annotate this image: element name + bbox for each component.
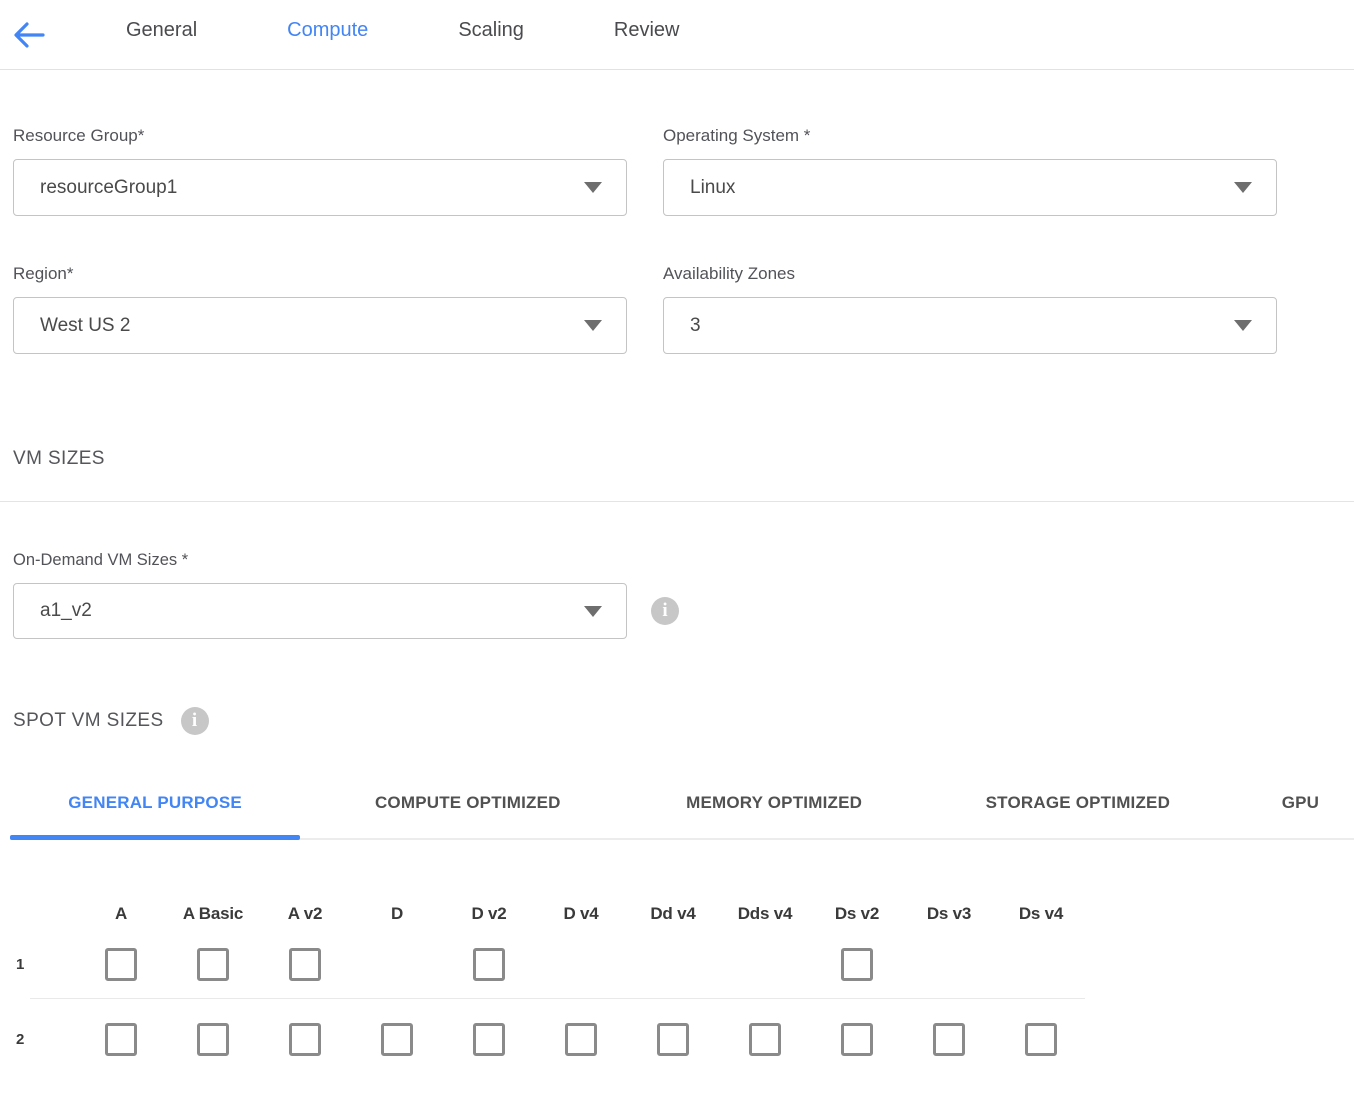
vm-size-checkbox-a-v2-row2[interactable] bbox=[289, 1023, 321, 1056]
vm-column-header-d-v2: D v2 bbox=[443, 904, 535, 924]
chevron-down-icon bbox=[1234, 320, 1252, 331]
operating-system-label: Operating System * bbox=[663, 126, 1277, 146]
region-value: West US 2 bbox=[40, 315, 130, 337]
vm-cell-a-v2-row2 bbox=[259, 1023, 351, 1056]
spot-vm-size-table: AA BasicA v2DD v2D v4Dd v4Dds v4Ds v2Ds … bbox=[13, 904, 1341, 1056]
vm-size-checkbox-d-v2-row1[interactable] bbox=[473, 948, 505, 981]
wizard-tab-review[interactable]: Review bbox=[614, 19, 680, 42]
arrow-left-icon bbox=[13, 22, 45, 48]
row-label-1: 1 bbox=[13, 956, 75, 973]
info-icon[interactable]: i bbox=[651, 597, 679, 625]
vm-cell-dd-v4-row2 bbox=[627, 1023, 719, 1056]
spot-category-tabs: GENERAL PURPOSE COMPUTE OPTIMIZED MEMORY O… bbox=[10, 785, 1354, 840]
vm-size-checkbox-d-row2[interactable] bbox=[381, 1023, 413, 1056]
vm-column-header-a-v2: A v2 bbox=[259, 904, 351, 924]
vm-column-header-ds-v3: Ds v3 bbox=[903, 904, 995, 924]
vm-column-header-ds-v2: Ds v2 bbox=[811, 904, 903, 924]
availability-zones-select[interactable]: 3 bbox=[663, 297, 1277, 354]
vm-cell-d-row2 bbox=[351, 1023, 443, 1056]
spot-vm-sizes-header: SPOT VM SIZES i bbox=[13, 707, 1341, 735]
vm-table-header-row: AA BasicA v2DD v2D v4Dd v4Dds v4Ds v2Ds … bbox=[13, 904, 1341, 924]
vm-cell-a-basic-row1 bbox=[167, 948, 259, 981]
spot-tab-compute-optimized[interactable]: COMPUTE OPTIMIZED bbox=[341, 785, 594, 838]
spot-tab-general-purpose[interactable]: GENERAL PURPOSE bbox=[10, 785, 300, 838]
table-row-2: 2 bbox=[13, 1023, 1341, 1056]
vm-cell-ds-v3-row2 bbox=[903, 1023, 995, 1056]
vm-cell-a-row1 bbox=[75, 948, 167, 981]
spot-tab-memory-optimized[interactable]: MEMORY OPTIMIZED bbox=[652, 785, 895, 838]
resource-group-label: Resource Group* bbox=[13, 126, 627, 146]
vm-cell-ds-v4-row2 bbox=[995, 1023, 1087, 1056]
vm-column-header-a: A bbox=[75, 904, 167, 924]
resource-group-select[interactable]: resourceGroup1 bbox=[13, 159, 627, 216]
vm-column-header-d: D bbox=[351, 904, 443, 924]
field-region: Region* West US 2 bbox=[13, 264, 627, 354]
table-row-1: 1 bbox=[13, 948, 1341, 981]
vm-cell-ds-v2-row1 bbox=[811, 948, 903, 981]
vm-cell-a-row2 bbox=[75, 1023, 167, 1056]
vm-cell-d-v2-row1 bbox=[443, 948, 535, 981]
field-availability-zones: Availability Zones 3 bbox=[663, 264, 1277, 354]
region-label: Region* bbox=[13, 264, 627, 284]
field-operating-system: Operating System * Linux bbox=[663, 126, 1277, 216]
vm-column-header-ds-v4: Ds v4 bbox=[995, 904, 1087, 924]
vm-cell-a-v2-row1 bbox=[259, 948, 351, 981]
on-demand-vm-sizes-select[interactable]: a1_v2 bbox=[13, 583, 627, 639]
vm-cell-ds-v2-row2 bbox=[811, 1023, 903, 1056]
spot-tab-storage-optimized[interactable]: STORAGE OPTIMIZED bbox=[949, 785, 1207, 838]
vm-size-checkbox-a-basic-row1[interactable] bbox=[197, 948, 229, 981]
row-divider bbox=[30, 998, 1085, 999]
vm-size-checkbox-a-row2[interactable] bbox=[105, 1023, 137, 1056]
vm-column-header-dd-v4: Dd v4 bbox=[627, 904, 719, 924]
operating-system-select[interactable]: Linux bbox=[663, 159, 1277, 216]
vm-cell-d-v4-row2 bbox=[535, 1023, 627, 1056]
availability-zones-value: 3 bbox=[690, 315, 701, 337]
on-demand-vm-sizes-value: a1_v2 bbox=[40, 600, 92, 622]
field-resource-group: Resource Group* resourceGroup1 bbox=[13, 126, 627, 216]
vm-size-checkbox-dds-v4-row2[interactable] bbox=[749, 1023, 781, 1056]
vm-sizes-section-title: VM SIZES bbox=[13, 448, 1341, 470]
vm-size-checkbox-ds-v2-row1[interactable] bbox=[841, 948, 873, 981]
spot-tab-gpu[interactable]: GPU bbox=[1247, 785, 1354, 838]
availability-zones-label: Availability Zones bbox=[663, 264, 1277, 284]
chevron-down-icon bbox=[584, 182, 602, 193]
compute-step-content: Resource Group* resourceGroup1 Operating S… bbox=[0, 126, 1354, 1056]
info-icon[interactable]: i bbox=[181, 707, 209, 735]
wizard-tab-scaling[interactable]: Scaling bbox=[458, 19, 524, 42]
vm-size-checkbox-a-v2-row1[interactable] bbox=[289, 948, 321, 981]
vm-table-body: 12 bbox=[13, 948, 1341, 1056]
vm-size-checkbox-ds-v4-row2[interactable] bbox=[1025, 1023, 1057, 1056]
wizard-tabs: General Compute Scaling Review bbox=[126, 19, 680, 42]
back-button[interactable] bbox=[12, 18, 46, 52]
chevron-down-icon bbox=[1234, 182, 1252, 193]
vm-size-checkbox-a-row1[interactable] bbox=[105, 948, 137, 981]
wizard-topbar: General Compute Scaling Review bbox=[0, 0, 1354, 70]
section-divider bbox=[0, 501, 1354, 502]
on-demand-row: a1_v2 i bbox=[13, 583, 1341, 639]
vm-cell-d-v2-row2 bbox=[443, 1023, 535, 1056]
operating-system-value: Linux bbox=[690, 177, 735, 199]
on-demand-vm-sizes-label: On-Demand VM Sizes * bbox=[13, 551, 1341, 570]
vm-cell-dds-v4-row2 bbox=[719, 1023, 811, 1056]
vm-cell-a-basic-row2 bbox=[167, 1023, 259, 1056]
vm-column-header-d-v4: D v4 bbox=[535, 904, 627, 924]
vm-size-checkbox-ds-v2-row2[interactable] bbox=[841, 1023, 873, 1056]
chevron-down-icon bbox=[584, 606, 602, 617]
spot-vm-sizes-title: SPOT VM SIZES bbox=[13, 710, 164, 732]
vm-size-checkbox-a-basic-row2[interactable] bbox=[197, 1023, 229, 1056]
compute-form: Resource Group* resourceGroup1 Operating S… bbox=[13, 126, 1341, 354]
wizard-tab-compute[interactable]: Compute bbox=[287, 19, 368, 42]
vm-column-header-a-basic: A Basic bbox=[167, 904, 259, 924]
vm-size-checkbox-ds-v3-row2[interactable] bbox=[933, 1023, 965, 1056]
resource-group-value: resourceGroup1 bbox=[40, 177, 177, 199]
wizard-tab-general[interactable]: General bbox=[126, 19, 197, 42]
vm-size-checkbox-dd-v4-row2[interactable] bbox=[657, 1023, 689, 1056]
row-label-2: 2 bbox=[13, 1031, 75, 1048]
vm-column-header-dds-v4: Dds v4 bbox=[719, 904, 811, 924]
region-select[interactable]: West US 2 bbox=[13, 297, 627, 354]
vm-size-checkbox-d-v2-row2[interactable] bbox=[473, 1023, 505, 1056]
chevron-down-icon bbox=[584, 320, 602, 331]
vm-size-checkbox-d-v4-row2[interactable] bbox=[565, 1023, 597, 1056]
